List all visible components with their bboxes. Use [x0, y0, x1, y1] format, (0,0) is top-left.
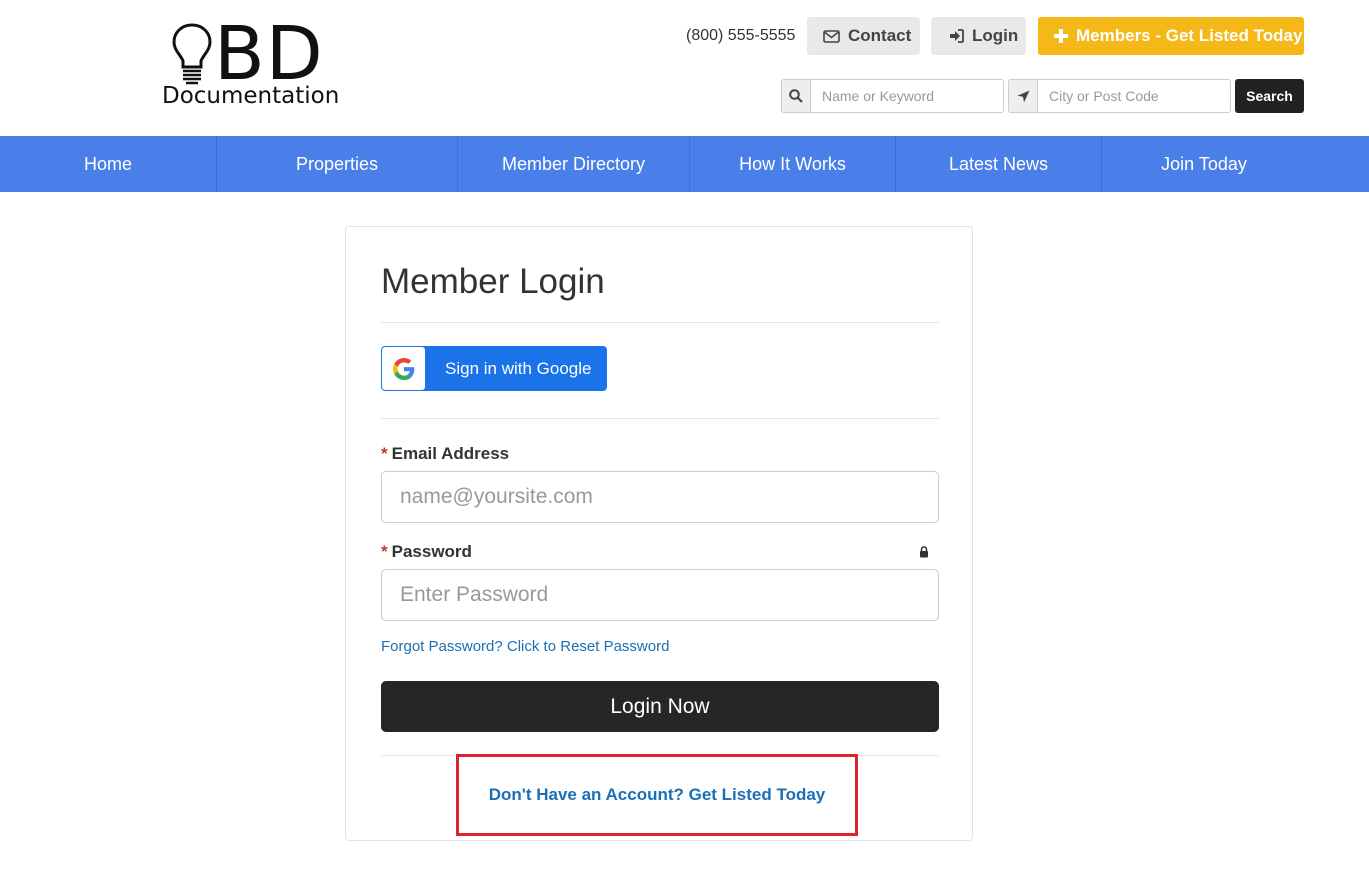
forgot-password-link[interactable]: Forgot Password? Click to Reset Password: [381, 638, 669, 656]
keyword-search-group: [781, 79, 1004, 113]
login-label: Login: [972, 26, 1019, 45]
keyword-search-input[interactable]: [811, 80, 1003, 112]
password-label: * Password: [381, 542, 472, 562]
members-label: Members - Get Listed Today: [1076, 26, 1303, 45]
login-card: Member Login Sign in with Google * Email …: [345, 226, 973, 841]
nav-item-how-it-works[interactable]: How It Works: [690, 136, 896, 192]
email-label-text: Email Address: [391, 444, 510, 463]
site-header: BD Documentation (800) 555-5555 Contact …: [0, 0, 1369, 136]
members-get-listed-button[interactable]: Members - Get Listed Today: [1038, 17, 1304, 55]
location-search-group: [1008, 79, 1231, 113]
main-nav: Home Properties Member Directory How It …: [0, 136, 1369, 192]
contact-button[interactable]: Contact: [807, 17, 920, 55]
required-mark: *: [381, 542, 388, 561]
site-logo[interactable]: BD Documentation: [162, 14, 352, 110]
contact-label: Contact: [848, 26, 912, 45]
envelope-icon: [823, 29, 840, 43]
phone-number[interactable]: (800) 555-5555: [686, 26, 795, 46]
nav-item-join-today[interactable]: Join Today: [1102, 136, 1306, 192]
lock-icon: [919, 545, 929, 563]
signup-highlight-box: Don't Have an Account? Get Listed Today: [456, 754, 858, 836]
page-title: Member Login: [381, 262, 605, 301]
google-sign-in-label: Sign in with Google: [445, 358, 592, 378]
location-arrow-icon: [1009, 80, 1038, 112]
divider: [381, 322, 939, 323]
sign-in-icon: [949, 29, 964, 43]
search-button[interactable]: Search: [1235, 79, 1304, 113]
search-icon: [782, 80, 811, 112]
location-search-input[interactable]: [1038, 80, 1230, 112]
password-field[interactable]: [381, 569, 939, 621]
login-button[interactable]: Login: [931, 17, 1026, 55]
google-sign-in-button[interactable]: Sign in with Google: [381, 346, 607, 391]
nav-item-home[interactable]: Home: [0, 136, 217, 192]
get-listed-link[interactable]: Don't Have an Account? Get Listed Today: [489, 785, 826, 805]
email-field[interactable]: [381, 471, 939, 523]
required-mark: *: [381, 444, 388, 463]
logo-subtitle: Documentation: [162, 83, 340, 109]
nav-item-properties[interactable]: Properties: [217, 136, 458, 192]
google-logo-icon: [382, 347, 425, 390]
password-label-text: Password: [391, 542, 472, 561]
lightbulb-icon: [172, 23, 212, 85]
nav-item-latest-news[interactable]: Latest News: [896, 136, 1102, 192]
divider: [381, 418, 939, 419]
plus-icon: [1054, 29, 1068, 43]
login-now-button[interactable]: Login Now: [381, 681, 939, 732]
email-label: * Email Address: [381, 444, 509, 464]
nav-item-member-directory[interactable]: Member Directory: [458, 136, 690, 192]
